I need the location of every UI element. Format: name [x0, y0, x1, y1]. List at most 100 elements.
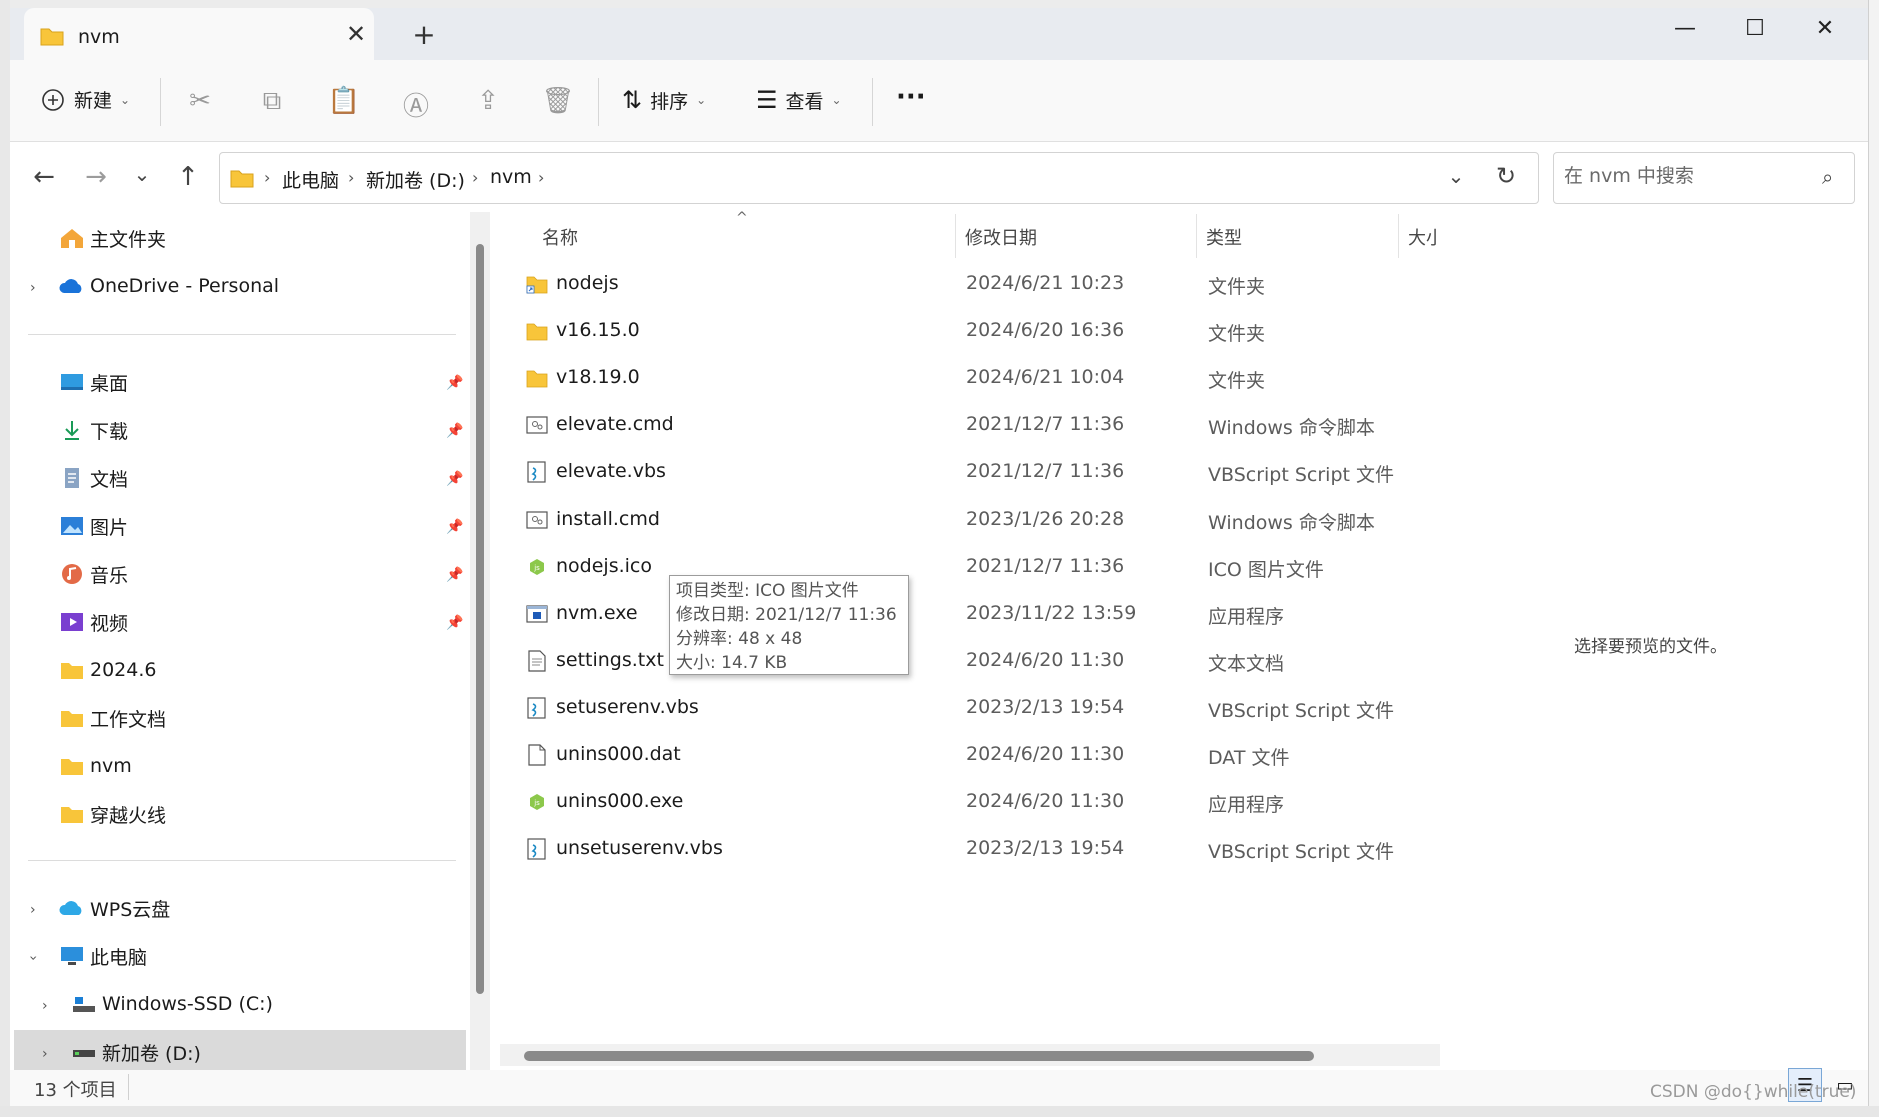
column-header-type[interactable]: 类型	[1206, 224, 1242, 250]
file-row[interactable]: elevate.vbs 2021/12/7 11:36 VBScript Scrip…	[520, 450, 1440, 496]
back-arrow-icon[interactable]: ←	[24, 162, 64, 192]
file-name[interactable]: elevate.vbs	[556, 460, 666, 482]
close-window-button[interactable]: ✕	[1790, 8, 1860, 48]
pin-icon[interactable]: 📌	[446, 423, 463, 439]
pin-icon[interactable]: 📌	[446, 375, 463, 391]
file-row[interactable]: js unins000.exe 2024/6/20 11:30 应用程序	[520, 780, 1440, 826]
search-icon[interactable]: ⌕	[1822, 165, 1833, 189]
more-options-button[interactable]: ···	[896, 82, 926, 112]
up-arrow-icon[interactable]: ↑	[168, 162, 208, 192]
nav-item-label: OneDrive - Personal	[90, 275, 280, 297]
nav-item-drive-d[interactable]: 新加卷 (D:)	[70, 1030, 201, 1074]
file-row[interactable]: js nodejs.ico 2021/12/7 11:36 ICO 图片文件	[520, 545, 1440, 591]
column-header-date[interactable]: 修改日期	[965, 224, 1037, 250]
file-name[interactable]: v18.19.0	[556, 366, 640, 388]
file-row[interactable]: setuserenv.vbs 2023/2/13 19:54 VBScript Sc…	[520, 686, 1440, 732]
pin-icon[interactable]: 📌	[446, 615, 463, 631]
column-header-name[interactable]: 名称	[542, 224, 578, 250]
file-row[interactable]: install.cmd 2023/1/26 20:28 Windows 命令脚本	[520, 498, 1440, 544]
new-tab-button[interactable]: +	[408, 18, 440, 51]
file-name[interactable]: unins000.exe	[556, 790, 683, 812]
nav-item-folder-2024-6[interactable]: 2024.6	[58, 648, 156, 692]
paste-icon[interactable]: 📋	[326, 86, 362, 116]
minimize-button[interactable]: —	[1650, 8, 1720, 48]
nav-item-home[interactable]: 主文件夹	[58, 216, 166, 260]
nav-item-desktop[interactable]: 桌面	[58, 360, 128, 404]
nav-item-crossfire[interactable]: 穿越火线	[58, 792, 166, 836]
nav-item-music[interactable]: 音乐	[58, 552, 128, 596]
copy-icon[interactable]: ⧉	[254, 86, 290, 117]
column-divider[interactable]	[1398, 214, 1399, 258]
nav-item-wps-cloud[interactable]: WPS云盘	[58, 886, 170, 930]
file-name[interactable]: settings.txt	[556, 649, 664, 671]
expand-chevron-icon[interactable]: ›	[42, 998, 48, 1014]
folder-icon	[526, 323, 548, 341]
nav-item-nvm[interactable]: nvm	[58, 744, 132, 788]
recent-locations-chevron-icon[interactable]: ⌄	[122, 162, 162, 186]
pin-icon[interactable]: 📌	[446, 471, 463, 487]
nav-item-videos[interactable]: 视频	[58, 600, 128, 644]
delete-icon[interactable]: 🗑	[540, 86, 576, 116]
new-button-label: 新建	[74, 90, 113, 112]
breadcrumb-drive-d[interactable]: 新加卷 (D:)	[366, 166, 465, 193]
column-divider[interactable]	[1196, 214, 1197, 258]
breadcrumb-this-pc[interactable]: 此电脑	[282, 166, 339, 193]
cut-icon[interactable]: ✂	[182, 86, 218, 116]
sort-button-label: 排序	[650, 90, 689, 113]
new-button[interactable]: 新建 ⌄	[40, 86, 130, 113]
file-row[interactable]: unsetuserenv.vbs 2023/2/13 19:54 VBScript …	[520, 827, 1440, 873]
file-name[interactable]: nvm.exe	[556, 602, 638, 624]
collapse-chevron-icon[interactable]: ›	[25, 955, 41, 961]
file-name[interactable]: setuserenv.vbs	[556, 696, 699, 718]
navigation-scrollbar-thumb[interactable]	[476, 244, 484, 994]
file-name[interactable]: unins000.dat	[556, 743, 681, 765]
nav-item-this-pc[interactable]: 此电脑	[58, 934, 147, 978]
refresh-icon[interactable]: ↻	[1486, 162, 1526, 190]
tab-close-button[interactable]: ✕	[342, 20, 370, 48]
rename-icon[interactable]: Ⓐ	[398, 86, 434, 123]
nav-item-downloads[interactable]: 下载	[58, 408, 128, 452]
file-name[interactable]: elevate.cmd	[556, 413, 674, 435]
pin-icon[interactable]: 📌	[446, 567, 463, 583]
view-button[interactable]: ☰ 查看 ⌄	[756, 86, 842, 114]
search-box[interactable]: ⌕	[1553, 152, 1855, 204]
nav-item-work-docs[interactable]: 工作文档	[58, 696, 166, 740]
column-header-size[interactable]: 大小	[1408, 224, 1436, 250]
nav-item-documents[interactable]: 文档	[58, 456, 128, 500]
forward-arrow-icon[interactable]: →	[76, 162, 116, 192]
breadcrumb-separator: ›	[264, 168, 271, 187]
expand-chevron-icon[interactable]: ›	[30, 280, 36, 296]
breadcrumb-nvm[interactable]: nvm	[490, 166, 532, 188]
search-input[interactable]	[1564, 165, 1804, 187]
column-divider[interactable]	[955, 214, 956, 258]
file-type: 应用程序	[1208, 606, 1285, 628]
file-row[interactable]: elevate.cmd 2021/12/7 11:36 Windows 命令脚本	[520, 403, 1440, 449]
maximize-button[interactable]: ☐	[1720, 8, 1790, 48]
file-name[interactable]: unsetuserenv.vbs	[556, 837, 723, 859]
expand-chevron-icon[interactable]: ›	[30, 902, 36, 918]
file-row[interactable]: settings.txt 2024/6/20 11:30 文本文档	[520, 639, 1440, 685]
horizontal-scrollbar-thumb[interactable]	[524, 1051, 1314, 1061]
file-row[interactable]: unins000.dat 2024/6/20 11:30 DAT 文件	[520, 733, 1440, 779]
expand-chevron-icon[interactable]: ›	[42, 1046, 48, 1062]
tooltip-size: 大小: 14.7 KB	[676, 653, 788, 673]
file-name[interactable]: nodejs.ico	[556, 555, 652, 577]
sort-button[interactable]: ⇅ 排序 ⌄	[622, 86, 706, 114]
chevron-down-icon: ⌄	[696, 93, 707, 107]
file-row[interactable]: nvm.exe 2023/11/22 13:59 应用程序	[520, 592, 1440, 638]
address-history-chevron-icon[interactable]: ⌄	[1436, 164, 1476, 188]
file-row[interactable]: v16.15.0 2024/6/20 16:36 文件夹	[520, 309, 1440, 355]
file-row[interactable]: nodejs 2024/6/21 10:23 文件夹	[520, 262, 1440, 308]
file-name[interactable]: install.cmd	[556, 508, 660, 530]
nav-item-onedrive[interactable]: OneDrive - Personal	[58, 264, 279, 308]
tab-nvm[interactable]	[24, 8, 374, 60]
file-name[interactable]: nodejs	[556, 272, 619, 294]
nav-item-pictures[interactable]: 图片	[58, 504, 128, 548]
share-icon[interactable]: ⇪	[470, 86, 506, 116]
pin-icon[interactable]: 📌	[446, 519, 463, 535]
folder-icon	[61, 759, 83, 775]
file-name[interactable]: v16.15.0	[556, 319, 640, 341]
file-row[interactable]: v18.19.0 2024/6/21 10:04 文件夹	[520, 356, 1440, 402]
file-type: 文本文档	[1208, 653, 1285, 675]
nav-item-drive-c[interactable]: Windows-SSD (C:)	[70, 982, 273, 1026]
